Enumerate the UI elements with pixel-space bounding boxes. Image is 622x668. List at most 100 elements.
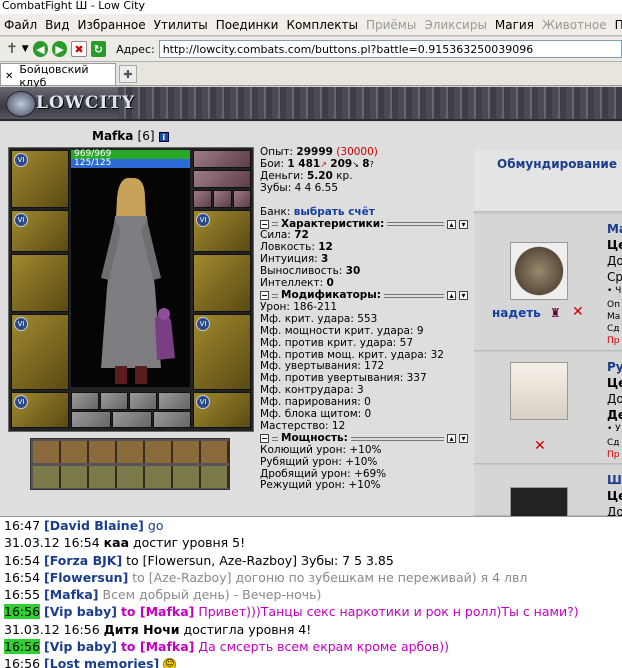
- close-icon[interactable]: ✕: [5, 71, 13, 82]
- slot-scroll-3[interactable]: [153, 411, 191, 428]
- slot-rune-4[interactable]: [158, 392, 191, 410]
- address-input[interactable]: [158, 40, 622, 58]
- tab-fight-club[interactable]: ✕ Бойцовский клуб: [0, 63, 116, 89]
- slot-armor[interactable]: VI: [11, 314, 69, 390]
- character-name-text: Mafka: [92, 129, 134, 143]
- slot-helmet[interactable]: VI: [11, 150, 69, 208]
- slot-gloves[interactable]: VI: [193, 210, 251, 252]
- slot-rune-1[interactable]: [71, 392, 99, 410]
- pin-icon[interactable]: ✝: [6, 41, 18, 57]
- chat-nick[interactable]: [Mafka]: [44, 587, 99, 602]
- money-unit: кр.: [336, 169, 353, 182]
- rank-icon: VI: [196, 317, 210, 331]
- delete-icon[interactable]: ✕: [572, 304, 584, 320]
- chat-nick[interactable]: [Vip baby]: [44, 639, 117, 654]
- menu-view[interactable]: Вид: [41, 18, 73, 32]
- menu-magic[interactable]: Магия: [491, 18, 538, 32]
- window-title: CombatFight Ш - Low City: [0, 0, 622, 14]
- chat-time[interactable]: 16:56: [4, 656, 40, 668]
- belt-row-1[interactable]: [33, 441, 229, 463]
- slot-ring-3[interactable]: [233, 190, 251, 208]
- bank-select-link[interactable]: выбрать счёт: [294, 206, 375, 218]
- chat-time: 31.03.12 16:56: [4, 621, 100, 637]
- item-line: До: [607, 254, 622, 268]
- item-image[interactable]: [510, 242, 568, 300]
- slot-scroll-2[interactable]: [112, 411, 152, 428]
- stop-icon[interactable]: ✖: [71, 41, 87, 57]
- logo-icon: [6, 91, 36, 117]
- item-line: Ср: [607, 270, 622, 284]
- slot-scroll-1[interactable]: [71, 411, 111, 428]
- up-icon[interactable]: ▴: [447, 291, 456, 301]
- equipment-title: Обмундирование: [497, 157, 617, 171]
- chat-nick[interactable]: Дитя Ночи: [104, 622, 180, 637]
- chat-time[interactable]: 16:47: [4, 518, 40, 533]
- slot-shield[interactable]: [193, 254, 251, 312]
- item-image[interactable]: [510, 362, 568, 420]
- chat-text: to [Aze-Razboy] догоню по зубешкам не пе…: [132, 569, 528, 585]
- slot-earrings[interactable]: [193, 150, 251, 168]
- collapse-icon[interactable]: −: [260, 434, 269, 444]
- back-icon[interactable]: ◀: [32, 41, 48, 57]
- chat-log: 16:47 [David Blaine] go 31.03.12 16:54 к…: [0, 516, 622, 668]
- up-icon[interactable]: ▴: [447, 434, 456, 444]
- chat-nick[interactable]: [Flowersun]: [44, 570, 128, 585]
- menu-utilities[interactable]: Утилиты: [150, 18, 212, 32]
- attr-value: 12: [318, 241, 333, 254]
- mod-value: 186-211: [293, 300, 338, 313]
- up-icon[interactable]: ▴: [447, 219, 456, 229]
- info-icon[interactable]: i: [158, 131, 169, 142]
- exp-next: (30000): [336, 146, 378, 158]
- wear-item-link[interactable]: надеть: [492, 306, 541, 320]
- down-icon[interactable]: ▾: [459, 434, 468, 444]
- chat-recipient[interactable]: to [Mafka]: [121, 604, 194, 619]
- chat-time[interactable]: 16:56: [4, 604, 41, 620]
- chat-time: 31.03.12 16:54: [4, 535, 100, 551]
- menu-battles[interactable]: Поединки: [212, 18, 283, 32]
- item-name[interactable]: Ма: [607, 222, 622, 236]
- belt-row-2[interactable]: [33, 466, 229, 488]
- item-line: Де: [607, 408, 622, 422]
- collapse-icon[interactable]: −: [260, 291, 269, 301]
- chat-nick[interactable]: [Forza BJK]: [44, 553, 122, 568]
- refresh-icon[interactable]: ↻: [90, 41, 107, 57]
- divider: [387, 222, 444, 227]
- slot-weapon[interactable]: [11, 254, 69, 312]
- item-name[interactable]: Ш: [607, 473, 622, 487]
- collapse-icon[interactable]: −: [260, 219, 269, 229]
- mod-value: 9: [416, 324, 424, 337]
- rank-icon: VI: [14, 317, 28, 331]
- slot-belt[interactable]: VI: [11, 392, 69, 428]
- item-name[interactable]: Ру: [607, 360, 622, 374]
- chat-time[interactable]: 16:55: [4, 587, 40, 602]
- slot-amulet[interactable]: [193, 170, 251, 188]
- potion-icon[interactable]: ♜: [550, 306, 561, 320]
- slot-boots[interactable]: VI: [193, 392, 251, 428]
- chat-nick[interactable]: [David Blaine]: [44, 518, 144, 533]
- slot-ring-1[interactable]: [193, 190, 212, 208]
- chat-time[interactable]: 16:54: [4, 570, 40, 585]
- chat-recipient[interactable]: to [Mafka]: [121, 639, 194, 654]
- chat-nick[interactable]: [Lost memories]: [44, 656, 159, 668]
- new-tab-button[interactable]: ✚: [119, 65, 137, 83]
- menu-character[interactable]: Персонаж: [611, 18, 622, 32]
- chat-time[interactable]: 16:56: [4, 639, 41, 655]
- delete-icon[interactable]: ✕: [534, 438, 546, 454]
- down-icon[interactable]: ▾: [459, 219, 468, 229]
- menu-file[interactable]: Файл: [0, 18, 41, 32]
- slot-bracers[interactable]: VI: [11, 210, 69, 252]
- menu-sets[interactable]: Комплекты: [282, 18, 362, 32]
- slot-rune-2[interactable]: [100, 392, 128, 410]
- slot-ring-2[interactable]: [213, 190, 232, 208]
- power-value: +69%: [354, 467, 387, 480]
- down-icon[interactable]: ▾: [459, 291, 468, 301]
- attr-value: 0: [326, 277, 334, 290]
- forward-icon[interactable]: ▶: [51, 41, 68, 57]
- chat-nick[interactable]: каа: [104, 535, 129, 550]
- slot-rune-3[interactable]: [129, 392, 157, 410]
- slot-pants[interactable]: VI: [193, 314, 251, 390]
- chat-time[interactable]: 16:54: [4, 553, 40, 568]
- dropdown-arrow-icon[interactable]: ▼: [22, 44, 29, 54]
- chat-nick[interactable]: [Vip baby]: [44, 604, 117, 619]
- menu-favorites[interactable]: Избранное: [73, 18, 149, 32]
